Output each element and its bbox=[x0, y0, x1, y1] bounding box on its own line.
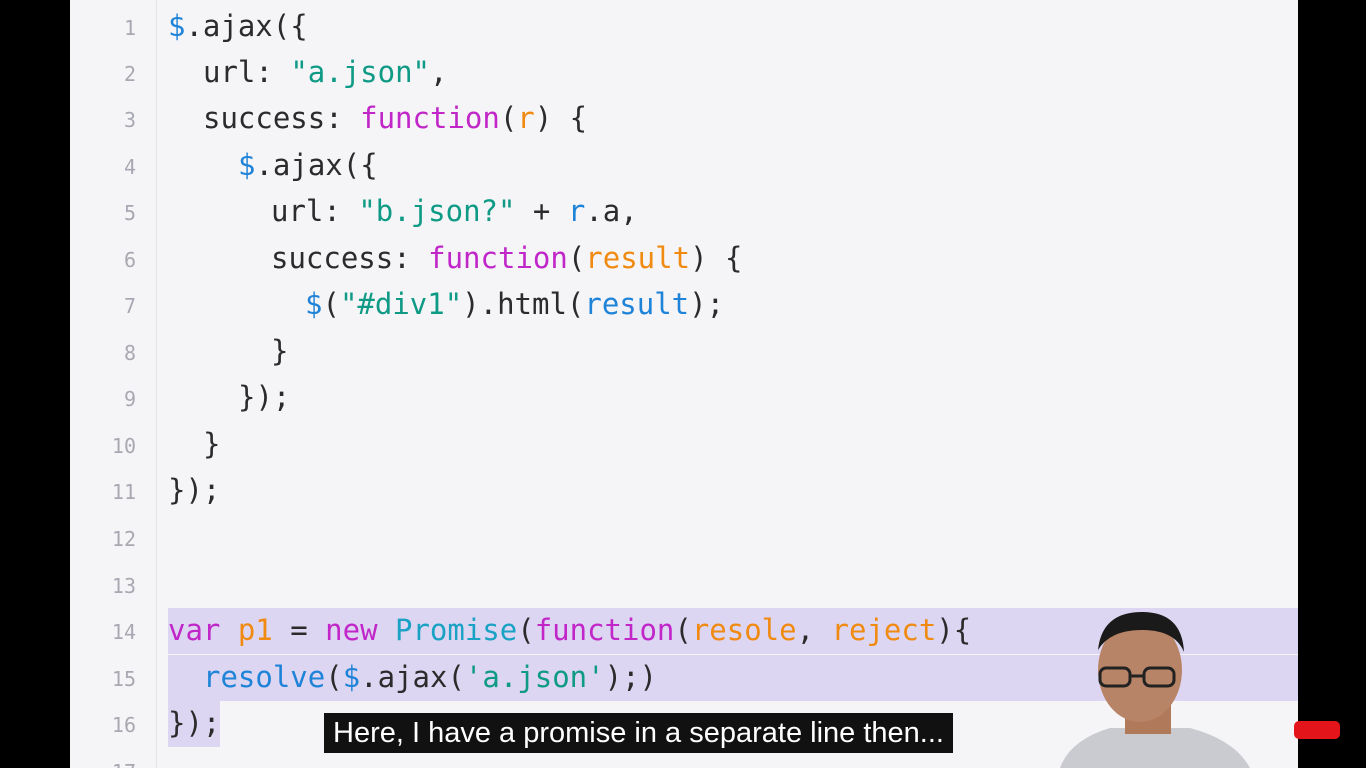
code-token: } bbox=[271, 334, 289, 368]
code-token: function bbox=[428, 241, 568, 275]
code-line[interactable]: 5 url: "b.json?" + r.a, bbox=[70, 189, 1298, 235]
line-number: 5 bbox=[123, 201, 136, 225]
code-token: "b.json?" bbox=[358, 194, 516, 228]
code-token: , bbox=[430, 55, 448, 89]
code-token: $ bbox=[238, 148, 256, 182]
code-token: .ajax( bbox=[360, 660, 465, 694]
code-line[interactable]: 8} bbox=[70, 329, 1298, 375]
code-text: $("#div1").html(result); bbox=[168, 287, 724, 321]
code-token: + bbox=[515, 194, 568, 228]
code-token: ( bbox=[322, 287, 340, 321]
line-number: 16 bbox=[111, 713, 136, 737]
code-token: "#div1" bbox=[339, 287, 463, 321]
code-token: 'a.json' bbox=[464, 660, 605, 694]
code-token: result bbox=[584, 287, 690, 321]
code-token: .ajax({ bbox=[185, 9, 308, 43]
line-number: 15 bbox=[111, 667, 136, 691]
line-number: 8 bbox=[123, 341, 136, 365]
channel-badge-icon bbox=[1294, 721, 1340, 739]
code-text: success: function(r) { bbox=[168, 101, 587, 135]
code-token: .a, bbox=[585, 194, 638, 228]
code-text: }); bbox=[168, 473, 220, 507]
code-token: resolve bbox=[203, 660, 326, 694]
code-token: p1 bbox=[237, 613, 273, 647]
code-text: $.ajax({ bbox=[168, 9, 308, 43]
line-number: 12 bbox=[111, 527, 136, 551]
code-token: var bbox=[168, 613, 238, 647]
line-number: 7 bbox=[123, 294, 136, 318]
code-text: } bbox=[168, 427, 220, 461]
code-token: reject bbox=[831, 613, 937, 647]
code-text: url: "a.json", bbox=[168, 55, 447, 89]
code-line[interactable]: 7 $("#div1").html(result); bbox=[70, 282, 1298, 328]
code-line[interactable]: 9}); bbox=[70, 375, 1298, 421]
line-number: 1 bbox=[123, 16, 136, 40]
code-token: ( bbox=[499, 101, 518, 135]
video-caption: Here, I have a promise in a separate lin… bbox=[324, 713, 953, 753]
code-line[interactable]: 1 $.ajax({ bbox=[70, 4, 1298, 50]
code-token: $ bbox=[305, 287, 323, 321]
line-number: 9 bbox=[123, 387, 136, 411]
code-token: success: bbox=[203, 101, 361, 135]
code-token: ( bbox=[517, 613, 535, 647]
code-token: function bbox=[360, 101, 500, 135]
code-token: }); bbox=[168, 706, 221, 740]
code-text: }); bbox=[168, 380, 290, 414]
code-text: success: function(result) { bbox=[168, 241, 742, 275]
code-token: } bbox=[203, 427, 221, 461]
code-token: ( bbox=[567, 241, 586, 275]
code-line[interactable]: 2 url: "a.json", bbox=[70, 50, 1298, 96]
code-token: , bbox=[796, 613, 832, 647]
code-token: url: bbox=[271, 194, 359, 228]
code-token: .ajax({ bbox=[255, 148, 378, 182]
code-token: ) { bbox=[534, 101, 588, 135]
code-token: ( bbox=[674, 613, 692, 647]
code-text: }); bbox=[168, 706, 220, 740]
line-number: 3 bbox=[123, 108, 136, 132]
code-text: } bbox=[168, 334, 288, 368]
code-token: ){ bbox=[936, 613, 972, 647]
line-number: 14 bbox=[111, 620, 136, 644]
code-line[interactable]: 12 bbox=[70, 515, 1298, 561]
code-token: ).html( bbox=[462, 287, 585, 321]
line-number: 13 bbox=[111, 574, 136, 598]
code-text: $.ajax({ bbox=[168, 148, 378, 182]
code-text: var p1 = new Promise(function(resole, re… bbox=[168, 613, 971, 647]
code-token: url: bbox=[203, 55, 291, 89]
code-token: resole bbox=[691, 613, 797, 647]
code-line[interactable]: 10} bbox=[70, 422, 1298, 468]
code-token: success: bbox=[271, 241, 429, 275]
code-line[interactable]: 11}); bbox=[70, 468, 1298, 514]
code-token: = bbox=[272, 613, 326, 647]
code-token: $ bbox=[342, 660, 361, 694]
presenter-video bbox=[1060, 612, 1250, 768]
line-number: 6 bbox=[123, 248, 136, 272]
code-token: $ bbox=[168, 9, 186, 43]
code-token: r bbox=[517, 101, 535, 135]
code-token: "a.json" bbox=[290, 55, 430, 89]
line-number: 11 bbox=[111, 480, 136, 504]
code-text: resolve($.ajax('a.json');) bbox=[168, 660, 657, 694]
code-token: ( bbox=[325, 660, 343, 694]
code-line[interactable]: 3 success: function(r) { bbox=[70, 96, 1298, 142]
code-token: Promise bbox=[395, 613, 518, 647]
code-token: ) { bbox=[690, 241, 743, 275]
code-token: function bbox=[534, 613, 675, 647]
line-number: 4 bbox=[123, 155, 136, 179]
code-token: result bbox=[585, 241, 691, 275]
code-token: new bbox=[325, 613, 395, 647]
code-line[interactable]: 4 $.ajax({ bbox=[70, 143, 1298, 189]
line-number: 2 bbox=[123, 62, 136, 86]
code-text: url: "b.json?" + r.a, bbox=[168, 194, 638, 228]
code-token: }); bbox=[168, 473, 221, 507]
code-line[interactable]: 6 success: function(result) { bbox=[70, 236, 1298, 282]
line-number: 10 bbox=[111, 434, 136, 458]
code-token: );) bbox=[604, 660, 657, 694]
code-token: ); bbox=[689, 287, 725, 321]
line-number: 17 bbox=[70, 760, 136, 768]
code-token: }); bbox=[238, 380, 291, 414]
code-token: r bbox=[567, 194, 586, 228]
